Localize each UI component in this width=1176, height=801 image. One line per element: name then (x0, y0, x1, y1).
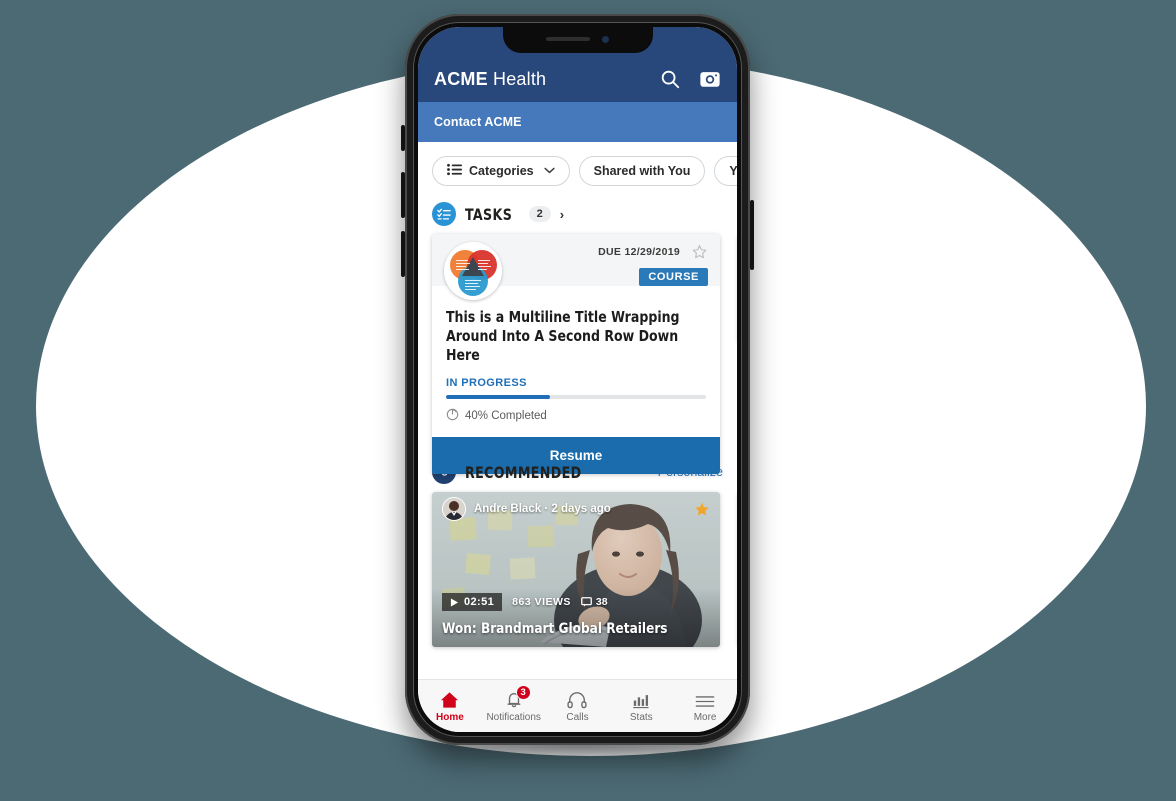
tab-stats[interactable]: Stats (609, 690, 673, 723)
video-meta-row: 02:51 863 VIEWS 38 (442, 593, 608, 611)
video-author: Andre Black (474, 503, 542, 515)
progress-circle-icon (446, 408, 459, 424)
tab-notifications-label: Notifications (486, 711, 541, 723)
video-byline: Andre Black · 2 days ago (474, 503, 611, 515)
task-due-date: DUE 12/29/2019 (598, 246, 680, 258)
chip-categories-label: Categories (469, 164, 534, 178)
tab-calls-label: Calls (566, 711, 589, 723)
video-card-top: Andre Black · 2 days ago (432, 492, 720, 526)
volume-down-button[interactable] (401, 231, 405, 277)
task-title[interactable]: This is a Multiline Title Wrapping Aroun… (446, 308, 688, 365)
tasks-see-all-arrow[interactable]: › (560, 207, 564, 222)
chevron-down-icon (543, 166, 555, 176)
tab-calls[interactable]: Calls (546, 690, 610, 723)
phone-screen: ACME Health Contact ACME Categories Shar… (418, 27, 737, 732)
tab-more-label: More (693, 711, 717, 723)
brand-bold: ACME (434, 69, 488, 89)
video-comments-count: 38 (595, 596, 608, 608)
earpiece-speaker (546, 37, 590, 41)
bell-icon: 3 (505, 684, 531, 709)
video-title[interactable]: Won: Brandmart Global Retailers (442, 621, 691, 637)
video-time-ago: 2 days ago (551, 503, 611, 515)
chip-shared-with-you-label: Shared with You (593, 164, 691, 178)
phone-device: ACME Health Contact ACME Categories Shar… (405, 14, 750, 745)
brand-light: Health (487, 69, 547, 89)
front-camera-icon (602, 35, 609, 43)
tab-home[interactable]: Home (418, 690, 482, 723)
task-progress-row: 40% Completed (446, 408, 706, 424)
task-progress-bar (446, 395, 706, 399)
task-card-body: This is a Multiline Title Wrapping Aroun… (432, 286, 720, 424)
content-scroll-area[interactable]: Categories Shared with You Y TASKS 2 › D… (418, 142, 737, 680)
task-progress-label: 40% Completed (465, 410, 547, 422)
star-filled-icon[interactable] (694, 501, 710, 517)
volume-up-button[interactable] (401, 172, 405, 218)
camera-icon[interactable] (699, 68, 721, 90)
tasks-section-header: TASKS 2 › (418, 198, 737, 234)
notifications-badge: 3 (515, 684, 531, 700)
contact-acme-label: Contact ACME (434, 115, 522, 129)
venn-diagram-thumbnail (444, 242, 502, 300)
tab-home-label: Home (436, 711, 464, 723)
recommended-section-title: RECOMMENDED (465, 462, 582, 482)
search-icon[interactable] (659, 68, 681, 90)
task-type-badge: COURSE (639, 268, 708, 286)
chip-third-label: Y (729, 164, 737, 178)
tasks-count-badge: 2 (528, 206, 551, 222)
video-duration: 02:51 (442, 593, 503, 611)
byline-separator: · (544, 503, 549, 515)
star-outline-icon[interactable] (692, 244, 707, 259)
chip-categories[interactable]: Categories (432, 156, 570, 186)
tab-more[interactable]: More (673, 690, 737, 723)
list-icon (447, 163, 462, 179)
task-status-label: IN PROGRESS (446, 377, 527, 389)
video-comments: 38 (581, 596, 608, 608)
task-progress-fill (446, 395, 550, 399)
home-icon (440, 690, 459, 709)
header-actions (659, 68, 721, 90)
headset-icon (567, 690, 588, 709)
task-card-header: DUE 12/29/2019 COURSE (432, 234, 720, 300)
power-button[interactable] (750, 200, 754, 270)
chip-shared-with-you[interactable]: Shared with You (578, 156, 706, 186)
checklist-icon (432, 202, 456, 226)
app-brand: ACME Health (434, 69, 546, 90)
filter-chips-row[interactable]: Categories Shared with You Y (418, 142, 737, 198)
play-icon (450, 598, 459, 606)
comment-icon (581, 597, 592, 607)
task-card[interactable]: DUE 12/29/2019 COURSE This is a Multilin… (432, 234, 720, 474)
avatar (442, 497, 466, 521)
silent-switch[interactable] (401, 125, 405, 151)
video-duration-label: 02:51 (464, 596, 495, 608)
recommended-carousel[interactable]: Andre Black · 2 days ago 02:51 863 VIEWS… (418, 492, 737, 657)
recommended-card[interactable]: Andre Black · 2 days ago 02:51 863 VIEWS… (432, 492, 720, 647)
tab-notifications[interactable]: 3 Notifications (482, 684, 546, 723)
contact-acme-bar[interactable]: Contact ACME (418, 102, 737, 142)
video-views: 863 VIEWS (512, 596, 571, 608)
chip-third[interactable]: Y (714, 156, 737, 186)
tasks-section-title: TASKS (465, 204, 513, 224)
phone-bezel: ACME Health Contact ACME Categories Shar… (413, 22, 742, 737)
tab-stats-label: Stats (629, 711, 653, 723)
tasks-carousel[interactable]: DUE 12/29/2019 COURSE This is a Multilin… (418, 234, 737, 474)
bar-chart-icon (632, 690, 650, 709)
bottom-tab-bar: Home 3 Notifications Calls Stats More (418, 679, 737, 732)
hamburger-icon (695, 690, 715, 709)
notch (502, 27, 653, 53)
